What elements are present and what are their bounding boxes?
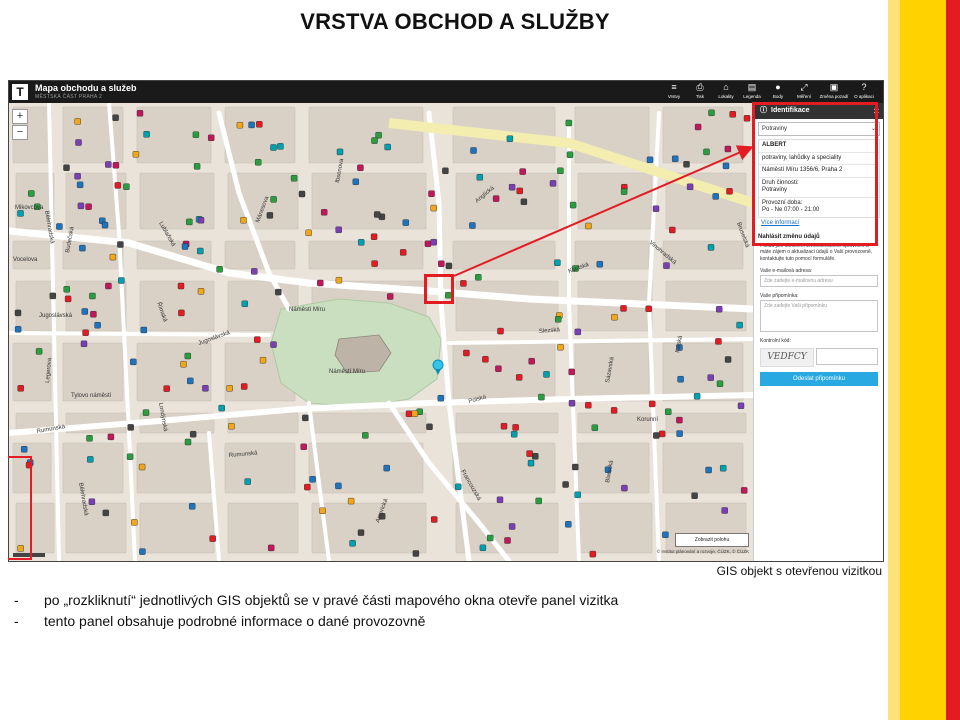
bullet-item: - po „rozkliknutí“ jednotlivých GIS objek…: [14, 592, 619, 608]
bullet-list: - po „rozkliknutí“ jednotlivých GIS objek…: [14, 590, 618, 632]
bullet-item: - tento panel obsahuje podrobné informace…: [14, 613, 426, 629]
screenshot-caption: GIS objekt s otevřenou vizitkou: [716, 564, 882, 578]
